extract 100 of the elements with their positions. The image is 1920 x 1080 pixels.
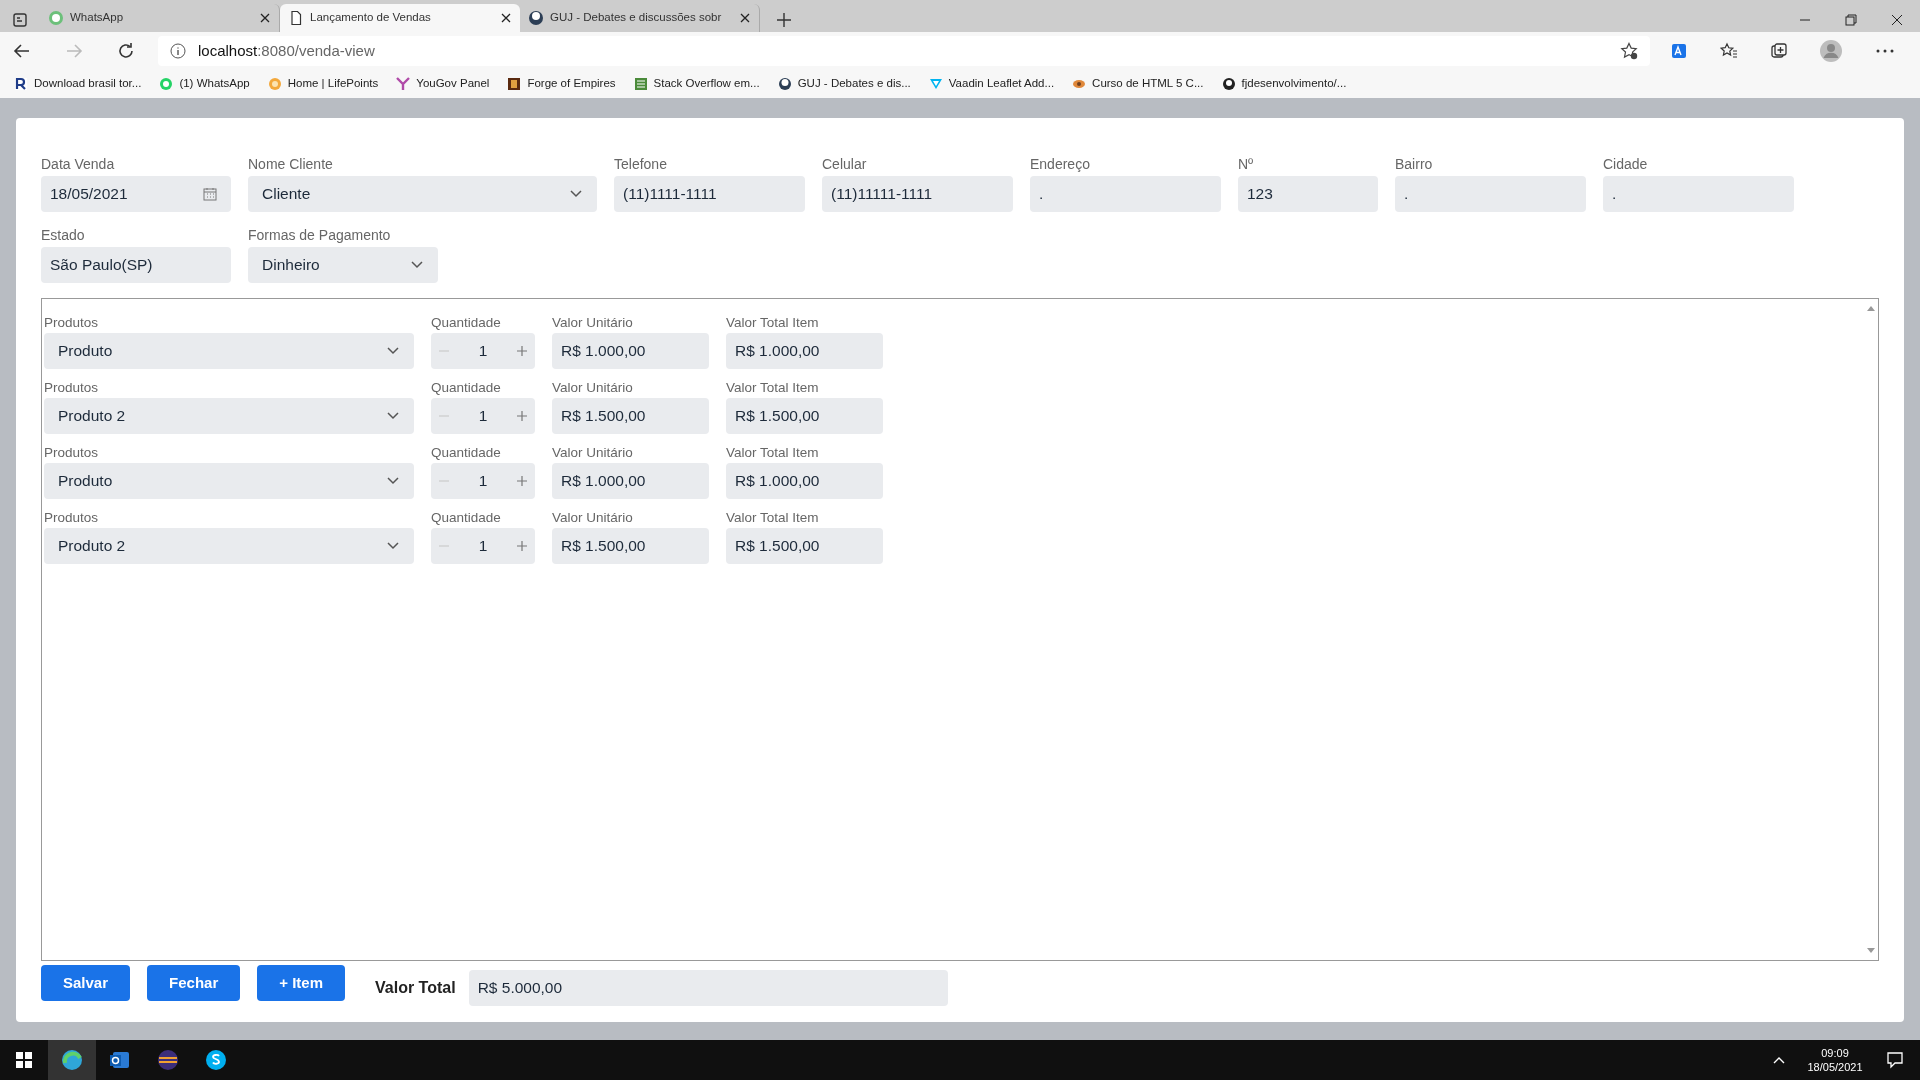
select-field[interactable]: Produto 2 [44,528,414,564]
scroll-down-icon[interactable] [1867,948,1875,954]
field-label: Bairro [1395,155,1434,170]
bookmark-link[interactable]: YouGov Panel [416,75,490,93]
field-label: Data Venda [41,155,116,170]
total-label: Valor Total [375,978,456,998]
increment-button[interactable] [517,476,527,486]
quantity-field[interactable]: 1 [478,404,488,428]
field-label: Celular [822,155,868,170]
field-label: Quantidade [431,444,502,459]
text-field[interactable]: R$ 1.000,00 [726,463,883,499]
bookmark-link[interactable]: (1) WhatsApp [179,75,250,93]
browser-swirl-icon[interactable] [61,1049,83,1071]
field-label: Telefone [614,155,668,170]
text-field[interactable]: São Paulo(SP) [41,247,231,283]
text-field[interactable]: R$ 1.500,00 [726,398,883,434]
bookmark-link[interactable]: Home | LifePoints [287,75,379,93]
favorites-icon[interactable] [1720,42,1738,60]
date-field[interactable]: 18/05/2021 [41,176,231,212]
reload-icon[interactable] [116,41,136,61]
chat-bubble-icon [48,10,64,26]
total-field[interactable]: R$ 5.000,00 [468,970,948,1006]
plus-icon [517,541,527,551]
select-field[interactable]: Cliente [248,176,597,212]
text-field[interactable]: R$ 1.500,00 [552,528,709,564]
increment-button[interactable] [517,411,527,421]
plus-icon [517,346,527,356]
sun-icon [267,77,282,91]
field-label: Produtos [44,379,100,394]
notifications-icon[interactable] [1886,1051,1904,1069]
calendar-icon[interactable] [203,187,217,201]
bookmark-link[interactable]: Vaadin Leaflet Add... [948,75,1055,93]
forum-icon [777,77,792,91]
translate-icon[interactable] [1670,42,1688,60]
page-icon [288,10,304,26]
bookmark-link[interactable]: GUJ - Debates e dis... [797,75,911,93]
favorite-star-icon[interactable] [1620,42,1638,60]
action-button[interactable]: Fechar [147,965,241,1001]
field-label: Valor Unitário [552,509,634,524]
fork-icon [396,77,411,91]
select-field[interactable]: Produto [44,333,414,369]
ide-sphere-icon[interactable] [157,1049,179,1071]
close-icon[interactable] [259,12,271,24]
field-label: Valor Total Item [726,444,820,459]
info-icon[interactable] [170,43,186,59]
increment-button[interactable] [517,346,527,356]
bookmark-link[interactable]: Stack Overflow em... [653,75,760,93]
text-field[interactable]: R$ 1.500,00 [552,398,709,434]
tab-actions-icon[interactable] [12,12,28,28]
tab-title: Lançamento de Vendas [310,10,432,26]
select-field[interactable]: Produto 2 [44,398,414,434]
text-field[interactable]: R$ 1.000,00 [552,333,709,369]
text-field[interactable]: 123 [1238,176,1378,212]
stack-icon [633,77,648,91]
field-label: Nº [1238,155,1255,170]
chat-app-icon[interactable] [205,1049,227,1071]
action-button[interactable]: + Item [257,965,346,1001]
new-tab-icon[interactable] [776,12,792,28]
bookmark-link[interactable]: Forge of Empires [527,75,616,93]
mail-app-icon[interactable] [109,1049,131,1071]
select-field[interactable]: Dinheiro [248,247,438,283]
field-label: Valor Unitário [552,314,634,329]
text-field[interactable]: R$ 1.000,00 [552,463,709,499]
bookmark-link[interactable]: fjdesenvolvimento/... [1241,75,1347,93]
text-field[interactable]: (11)1111-1111 [614,176,805,212]
quantity-field[interactable]: 1 [478,469,488,493]
letter-logo-icon [14,77,28,91]
action-button[interactable]: Salvar [41,965,131,1001]
close-icon[interactable] [500,12,512,24]
bookmark-link[interactable]: Download brasil tor... [34,75,142,93]
select-field[interactable]: Produto [44,463,414,499]
windows-logo-icon[interactable] [16,1052,32,1068]
plus-icon [517,411,527,421]
increment-button[interactable] [517,541,527,551]
field-label: Produtos [44,314,100,329]
field-label: Produtos [44,444,100,459]
clock-text[interactable]: 09:09 18/05/2021 [1800,1045,1870,1075]
close-icon[interactable] [1889,12,1905,28]
collections-icon[interactable] [1770,42,1788,60]
text-field[interactable]: R$ 1.000,00 [726,333,883,369]
tab-title: WhatsApp [70,10,125,26]
field-label: Cidade [1603,155,1649,170]
quantity-field[interactable]: 1 [478,534,488,558]
text-field[interactable]: R$ 1.500,00 [726,528,883,564]
restore-icon[interactable] [1843,12,1859,28]
field-label: Nome Cliente [248,155,334,170]
field-label: Quantidade [431,314,502,329]
text-field[interactable]: . [1030,176,1221,212]
profile-avatar-icon[interactable] [1820,40,1842,62]
quantity-field[interactable]: 1 [478,339,488,363]
field-label: Formas de Pagamento [248,226,392,241]
browser-tab[interactable]: Lançamento de Vendas [280,4,520,32]
scroll-up-icon[interactable] [1867,305,1875,311]
text-field[interactable]: (11)11111-1111 [822,176,1013,212]
bookmark-link[interactable]: Curso de HTML 5 C... [1092,75,1204,93]
close-icon[interactable] [739,12,751,24]
text-field[interactable]: . [1395,176,1586,212]
plus-icon [517,476,527,486]
text-field[interactable]: . [1603,176,1794,212]
field-label: Valor Total Item [726,314,820,329]
